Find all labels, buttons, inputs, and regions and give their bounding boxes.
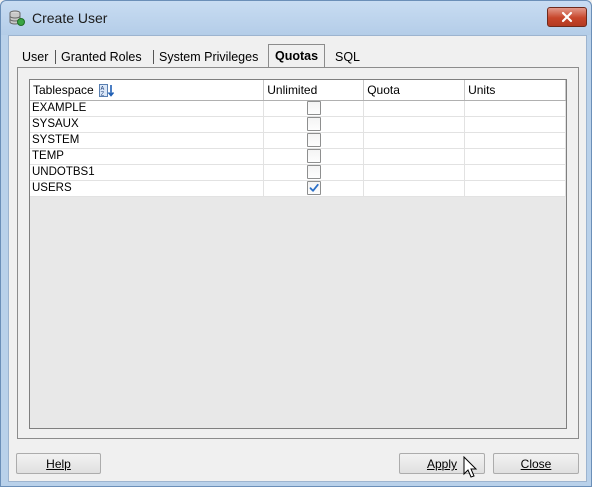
window-title: Create User [32, 10, 108, 26]
window-close-button[interactable] [547, 7, 587, 27]
tablespace-cell: TEMP [30, 148, 265, 166]
unlimited-checkbox[interactable] [306, 181, 321, 196]
unlimited-cell [263, 116, 365, 134]
unlimited-cell [263, 148, 365, 166]
tab-user[interactable]: User [17, 48, 53, 66]
apply-button-label: Apply [426, 457, 458, 471]
help-button[interactable]: Help [16, 453, 101, 474]
tablespace-cell: USERS [30, 180, 265, 198]
units-cell[interactable] [464, 100, 566, 118]
tablespace-cell: SYSTEM [30, 132, 265, 150]
quota-cell[interactable] [363, 164, 466, 182]
unlimited-checkbox[interactable] [306, 149, 321, 164]
sort-az-icon[interactable]: A Z [99, 84, 115, 98]
units-cell[interactable] [464, 180, 566, 198]
close-button[interactable]: Close [493, 453, 579, 474]
quota-cell[interactable] [363, 148, 466, 166]
table-row[interactable]: SYSTEM [30, 132, 566, 150]
unlimited-checkbox[interactable] [306, 101, 321, 115]
create-user-dialog: Create User User Granted Roles System Pr… [0, 0, 592, 487]
table-header-row: Tablespace A Z Unlimited Quota Units [30, 80, 566, 101]
unlimited-cell [263, 180, 365, 198]
title-bar[interactable]: Create User [1, 1, 591, 35]
tab-system-privileges[interactable]: System Privileges [154, 48, 263, 66]
quotas-table: Tablespace A Z Unlimited Quota Units EXA… [30, 80, 566, 198]
units-cell[interactable] [464, 148, 566, 166]
close-icon [561, 11, 573, 23]
unlimited-checkbox[interactable] [306, 165, 321, 180]
checkmark-icon [309, 184, 319, 192]
unlimited-cell [263, 164, 365, 182]
mouse-pointer-icon [463, 456, 478, 478]
table-row[interactable]: TEMP [30, 148, 566, 166]
quota-cell[interactable] [363, 132, 466, 150]
column-header-tablespace[interactable]: Tablespace A Z [30, 80, 265, 101]
column-header-unlimited[interactable]: Unlimited [263, 80, 365, 101]
tablespace-cell: SYSAUX [30, 116, 265, 134]
table-row[interactable]: EXAMPLE [30, 100, 566, 118]
tablespace-cell: EXAMPLE [30, 100, 265, 118]
quotas-table-container: Tablespace A Z Unlimited Quota Units EXA… [29, 79, 567, 429]
tab-quotas[interactable]: Quotas [268, 44, 326, 67]
svg-text:Z: Z [101, 92, 105, 98]
dialog-content: User Granted Roles System Privileges Quo… [8, 35, 587, 482]
tab-granted-roles[interactable]: Granted Roles [56, 48, 147, 66]
database-user-icon [9, 10, 25, 26]
column-header-quota[interactable]: Quota [363, 80, 466, 101]
unlimited-cell [263, 100, 365, 118]
quota-cell[interactable] [363, 180, 466, 198]
units-cell[interactable] [464, 132, 566, 150]
table-row[interactable]: UNDOTBS1 [30, 164, 566, 182]
tablespace-cell: UNDOTBS1 [30, 164, 265, 182]
unlimited-checkbox[interactable] [306, 117, 321, 132]
quota-cell[interactable] [363, 116, 466, 134]
quota-cell[interactable] [363, 100, 466, 118]
help-button-label: Help [46, 457, 71, 471]
quotas-panel: Tablespace A Z Unlimited Quota Units EXA… [17, 67, 579, 439]
column-header-units[interactable]: Units [464, 80, 566, 101]
units-cell[interactable] [464, 116, 566, 134]
units-cell[interactable] [464, 164, 566, 182]
column-header-label: Tablespace [33, 82, 94, 97]
unlimited-cell [263, 132, 365, 150]
unlimited-checkbox[interactable] [306, 133, 321, 148]
table-row[interactable]: USERS [30, 180, 566, 198]
close-button-label: Close [520, 457, 552, 471]
table-row[interactable]: SYSAUX [30, 116, 566, 134]
tab-sql[interactable]: SQL [330, 48, 365, 66]
